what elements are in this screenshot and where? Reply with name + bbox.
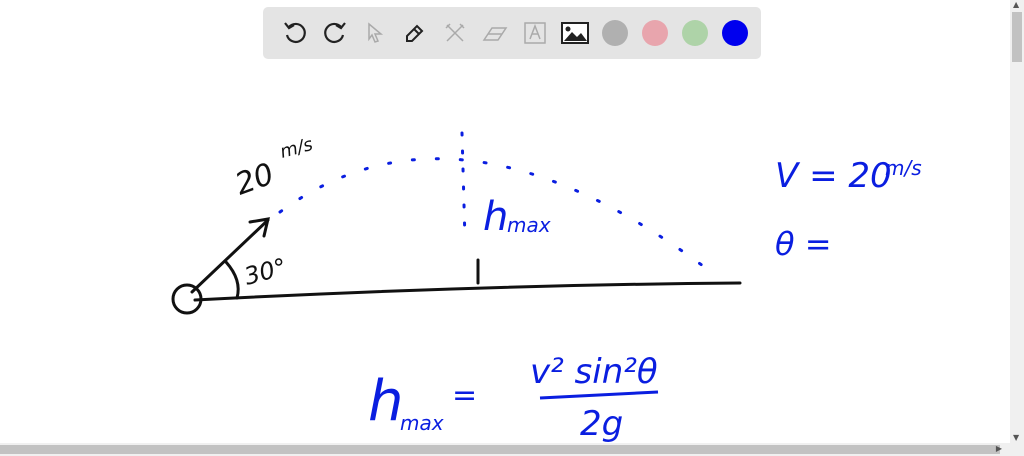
drawing-toolbar: [263, 7, 761, 59]
vertical-scrollbar[interactable]: ▲ ▼: [1010, 0, 1024, 443]
whiteboard-canvas[interactable]: 20 m/s 30° h max V = 20 m/s θ = h max = …: [0, 0, 1010, 443]
formula-eq: =: [452, 378, 477, 413]
hmax-dotted-line: [460, 131, 467, 242]
color-gray-button[interactable]: [595, 13, 635, 53]
eraser-icon: [482, 27, 508, 41]
select-button[interactable]: [355, 13, 395, 53]
undo-button[interactable]: [275, 13, 315, 53]
formula-lhs-sub: max: [400, 411, 444, 435]
redo-button[interactable]: [315, 13, 355, 53]
color-green-button[interactable]: [675, 13, 715, 53]
formula-lhs: h: [368, 369, 404, 434]
color-swatch-gray: [602, 20, 628, 46]
velocity-unit: m/s: [278, 134, 315, 163]
redo-icon: [324, 22, 346, 44]
horizontal-scrollbar[interactable]: ▶: [0, 443, 1024, 456]
vertical-scroll-thumb[interactable]: [1012, 12, 1022, 62]
given-v: V = 20: [775, 156, 892, 196]
scroll-down-icon[interactable]: ▼: [1013, 434, 1019, 442]
color-pink-button[interactable]: [635, 13, 675, 53]
image-icon: [561, 22, 589, 44]
undo-icon: [284, 22, 306, 44]
color-swatch-pink: [642, 20, 668, 46]
tools-button[interactable]: [435, 13, 475, 53]
scroll-right-icon[interactable]: ▶: [996, 445, 1002, 453]
formula-numerator: v² sin²θ: [530, 352, 658, 392]
pen-button[interactable]: [395, 13, 435, 53]
scroll-up-icon[interactable]: ▲: [1013, 1, 1019, 9]
fraction-bar: [539, 390, 659, 400]
pen-icon: [406, 24, 424, 42]
color-swatch-blue: [722, 20, 748, 46]
angle-arc: [224, 260, 240, 300]
given-v-unit: m/s: [885, 156, 922, 180]
formula-denominator: 2g: [580, 404, 623, 443]
hmax-sub: max: [507, 213, 551, 237]
color-blue-button[interactable]: [715, 13, 755, 53]
velocity-label: 20: [231, 157, 279, 203]
text-button[interactable]: [515, 13, 555, 53]
tools-icon: [445, 23, 465, 42]
image-button[interactable]: [555, 13, 595, 53]
given-theta: θ =: [775, 225, 832, 263]
horizontal-scroll-thumb[interactable]: [0, 445, 1000, 454]
ground-line: [193, 281, 742, 302]
hmax-label: h: [483, 194, 508, 240]
select-icon: [368, 22, 384, 43]
color-swatch-green: [682, 20, 708, 46]
angle-label: 30°: [241, 253, 289, 291]
text-icon: [524, 22, 546, 44]
eraser-button[interactable]: [475, 13, 515, 53]
